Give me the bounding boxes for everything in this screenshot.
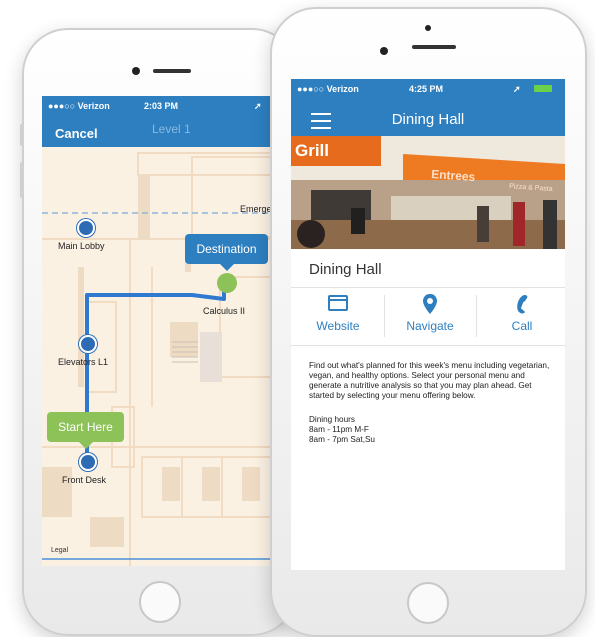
destination-bubble[interactable]: Destination — [185, 234, 268, 271]
right-phone: ●●●○○ Verizon 4:25 PM ➚ Dining Hall Gril… — [270, 7, 587, 637]
status-bar: ●●●○○ Verizon 4:25 PM ➚ — [291, 79, 565, 99]
map-nav-bar: ●●●○○ Verizon 2:03 PM ➚ Cancel Level 1 — [42, 96, 278, 147]
level-title[interactable]: Level 1 — [152, 122, 191, 136]
elevators-label: Elevators L1 — [58, 357, 109, 367]
dining-hours: Dining hours 8am - 11pm M-F 8am - 7pm Sa… — [309, 415, 375, 445]
destination-marker — [217, 273, 237, 293]
battery-icon — [534, 85, 552, 92]
status-time: 2:03 PM — [144, 101, 179, 111]
cancel-button[interactable]: Cancel — [55, 126, 98, 141]
navigate-button[interactable]: Navigate — [385, 293, 475, 333]
emergency-label: Emerge — [240, 204, 272, 214]
front-desk-label: Front Desk — [62, 475, 107, 485]
call-label: Call — [511, 319, 533, 333]
main-lobby-label: Main Lobby — [58, 241, 105, 251]
website-icon — [328, 295, 348, 311]
location-arrow-icon: ➚ — [254, 101, 262, 111]
phone-icon — [517, 295, 528, 314]
front-camera — [132, 67, 140, 75]
home-button[interactable] — [407, 582, 449, 624]
call-button[interactable]: Call — [477, 293, 565, 333]
calculus-label: Calculus II — [203, 306, 246, 316]
dining-hall-photo: Grill Entrees Pizza & Pasta — [291, 136, 565, 249]
venue-name: Dining Hall — [309, 261, 382, 278]
divider — [291, 345, 565, 346]
hours-title: Dining hours — [309, 415, 355, 424]
grill-sign: Grill — [295, 141, 329, 160]
website-label: Website — [316, 319, 360, 333]
navigate-label: Navigate — [406, 319, 454, 333]
location-arrow-icon: ➚ — [513, 84, 521, 94]
legal-link[interactable]: Legal — [51, 547, 68, 554]
lobby-icon[interactable] — [77, 219, 95, 237]
website-button[interactable]: Website — [293, 293, 383, 333]
mute-switch — [20, 124, 24, 146]
home-button[interactable] — [139, 581, 181, 623]
earpiece-speaker — [412, 45, 456, 49]
hours-line-weekday: 8am - 11pm M-F — [309, 425, 369, 434]
divider — [291, 287, 565, 288]
hours-line-weekend: 8am - 7pm Sat,Su — [309, 435, 375, 444]
carrier-label: ●●●○○ Verizon — [297, 84, 359, 94]
right-screen: ●●●○○ Verizon 4:25 PM ➚ Dining Hall Gril… — [291, 79, 565, 570]
indoor-map[interactable]: Emerge Main Lobby Destination Calculus I… — [42, 147, 278, 566]
elevator-icon[interactable] — [79, 335, 97, 353]
carrier-label: ●●●○○ Verizon — [48, 101, 110, 111]
app-nav-bar: ●●●○○ Verizon 4:25 PM ➚ Dining Hall — [291, 79, 565, 136]
earpiece-speaker — [153, 69, 191, 73]
status-time: 4:25 PM — [409, 84, 444, 94]
left-phone: ●●●○○ Verizon 2:03 PM ➚ Cancel Level 1 E… — [20, 28, 298, 636]
left-screen: ●●●○○ Verizon 2:03 PM ➚ Cancel Level 1 E… — [42, 96, 278, 566]
start-here-bubble[interactable]: Start Here — [47, 412, 124, 449]
description-text: Find out what's planned for this week's … — [309, 361, 550, 400]
front-camera — [380, 47, 388, 55]
location-pin-icon — [423, 294, 437, 314]
volume-up-button — [20, 162, 24, 198]
front-desk-icon[interactable] — [79, 453, 97, 471]
page-title: Dining Hall — [391, 111, 465, 128]
proximity-sensor — [425, 25, 431, 31]
status-bar: ●●●○○ Verizon 2:03 PM ➚ — [42, 96, 278, 116]
